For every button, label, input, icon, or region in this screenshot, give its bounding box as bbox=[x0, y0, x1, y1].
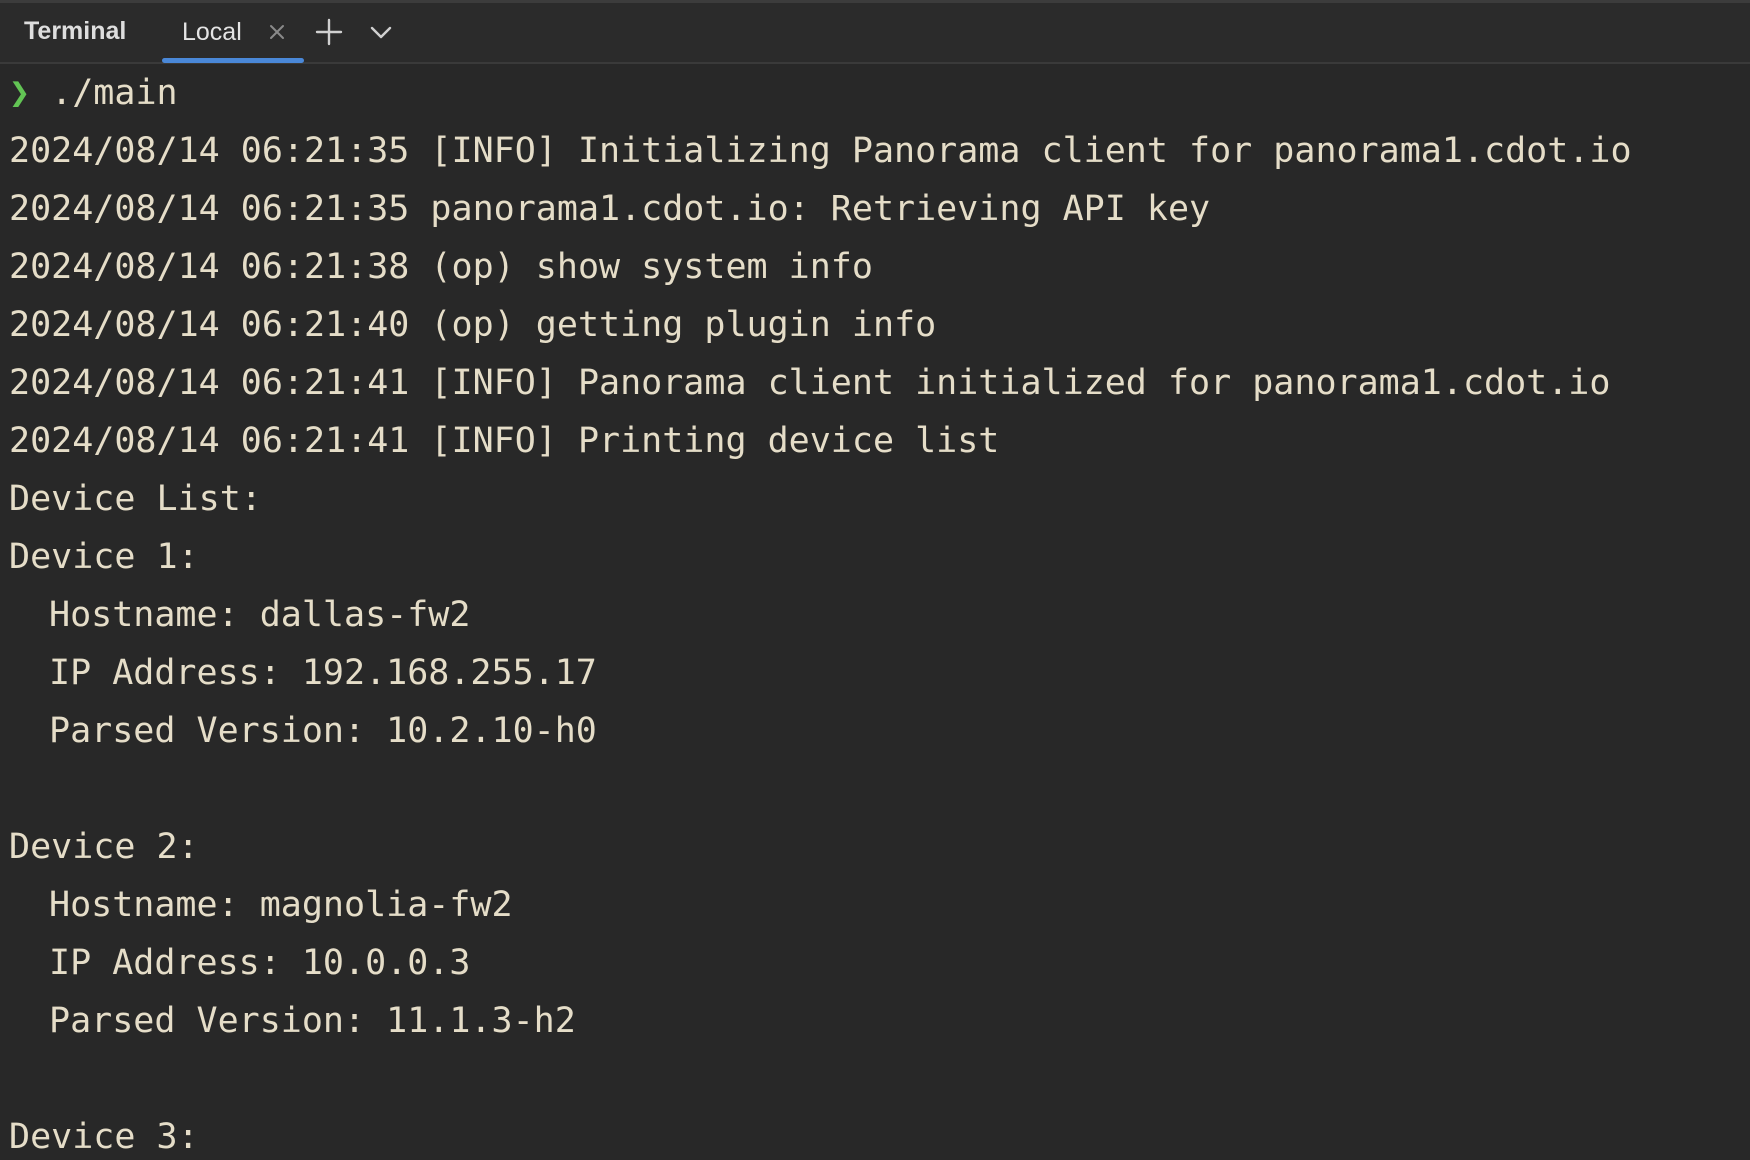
device-ip-address: IP Address: 10.0.0.3 bbox=[49, 943, 471, 983]
command-text: ./main bbox=[51, 73, 178, 113]
command-line: ❯ ./main bbox=[9, 64, 1750, 122]
close-icon[interactable] bbox=[262, 17, 292, 47]
device-hostname: Hostname: magnolia-fw2 bbox=[49, 885, 513, 925]
log-line: 2024/08/14 06:21:41 [INFO] Panorama clie… bbox=[9, 363, 1611, 403]
tool-window-title: Terminal bbox=[24, 17, 127, 45]
device-parsed-version: Parsed Version: 10.2.10-h0 bbox=[49, 711, 597, 751]
terminal-tool-window: Terminal Local ❯ ./main 2024/08/14 06:21… bbox=[0, 0, 1750, 1160]
device-heading: Device 2: bbox=[9, 827, 199, 867]
device-parsed-version: Parsed Version: 11.1.3-h2 bbox=[49, 1001, 576, 1041]
terminal-output[interactable]: ❯ ./main 2024/08/14 06:21:35 [INFO] Init… bbox=[0, 64, 1750, 1160]
log-line: 2024/08/14 06:21:38 (op) show system inf… bbox=[9, 247, 873, 287]
tab-local[interactable]: Local bbox=[162, 3, 304, 63]
device-hostname: Hostname: dallas-fw2 bbox=[49, 595, 471, 635]
device-heading: Device 1: bbox=[9, 537, 199, 577]
tab-label: Local bbox=[182, 18, 242, 46]
device-ip-address: IP Address: 192.168.255.17 bbox=[49, 653, 597, 693]
device-heading: Device 3: bbox=[9, 1117, 199, 1157]
plus-icon[interactable] bbox=[312, 15, 346, 49]
device-list-heading: Device List: bbox=[9, 479, 262, 519]
active-tab-indicator bbox=[162, 58, 304, 63]
log-line: 2024/08/14 06:21:35 [INFO] Initializing … bbox=[9, 131, 1632, 171]
log-line: 2024/08/14 06:21:41 [INFO] Printing devi… bbox=[9, 421, 1000, 461]
log-line: 2024/08/14 06:21:40 (op) getting plugin … bbox=[9, 305, 937, 345]
prompt-symbol: ❯ bbox=[9, 73, 31, 113]
terminal-tab-bar: Terminal Local bbox=[0, 3, 1750, 64]
log-line: 2024/08/14 06:21:35 panorama1.cdot.io: R… bbox=[9, 189, 1211, 229]
chevron-down-icon[interactable] bbox=[364, 15, 398, 49]
